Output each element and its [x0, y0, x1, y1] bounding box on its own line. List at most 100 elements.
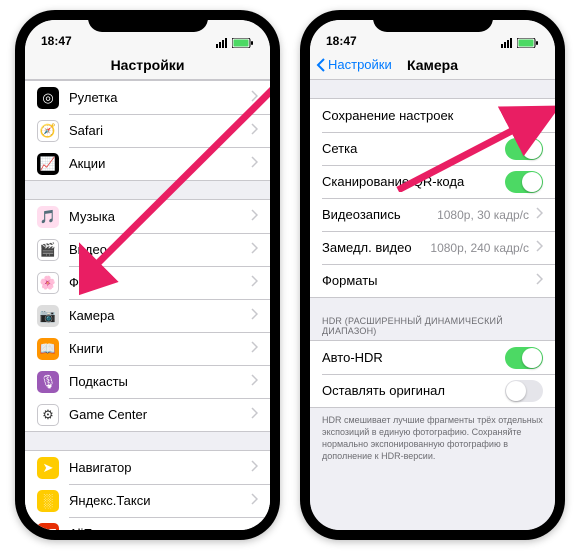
- settings-row[interactable]: 🎬 Видео: [25, 233, 270, 266]
- row-label: Форматы: [322, 273, 529, 288]
- row-label: Книги: [69, 341, 244, 356]
- app-icon: 📈: [37, 153, 59, 175]
- settings-row[interactable]: ⚙︎ Game Center: [25, 398, 270, 431]
- app-icon: 🎬: [37, 239, 59, 261]
- signal-icon: [216, 38, 230, 48]
- toggle-switch[interactable]: [505, 380, 543, 402]
- camera-row[interactable]: Замедл. видео1080p, 240 кадр/с: [310, 231, 555, 264]
- status-time: 18:47: [41, 34, 72, 48]
- settings-row[interactable]: 📖 Книги: [25, 332, 270, 365]
- app-icon: ░: [37, 490, 59, 512]
- row-label: Акции: [69, 156, 244, 171]
- navbar: Настройки: [25, 50, 270, 80]
- battery-icon: [232, 38, 254, 48]
- chevron-right-icon: [250, 275, 258, 290]
- chevron-right-icon: [535, 108, 543, 123]
- chevron-right-icon: [250, 526, 258, 530]
- app-icon: ⚙︎: [37, 404, 59, 426]
- app-icon: 🧭: [37, 120, 59, 142]
- row-label: Сохранение настроек: [322, 108, 529, 123]
- settings-row[interactable]: 📈 Акции: [25, 147, 270, 180]
- back-label: Настройки: [328, 57, 392, 72]
- navbar: Настройки Камера: [310, 50, 555, 80]
- row-label: Авто-HDR: [322, 350, 505, 365]
- row-label: Оставлять оригинал: [322, 383, 505, 398]
- app-icon: 📷: [37, 305, 59, 327]
- row-label: Замедл. видео: [322, 240, 430, 255]
- page-title: Камера: [407, 57, 458, 73]
- settings-row[interactable]: 📷 Камера: [25, 299, 270, 332]
- chevron-right-icon: [535, 273, 543, 288]
- chevron-right-icon: [250, 308, 258, 323]
- row-label: Яндекс.Такси: [69, 493, 244, 508]
- row-label: Рулетка: [69, 90, 244, 105]
- settings-row[interactable]: ░ Яндекс.Такси: [25, 484, 270, 517]
- row-label: AliExpress: [69, 526, 244, 530]
- screen-right: 18:47 Настройки Камера Сохранение настро…: [310, 20, 555, 530]
- camera-settings[interactable]: Сохранение настроек Сетка Сканирование QR-…: [310, 80, 555, 530]
- row-label: Фото: [69, 275, 244, 290]
- settings-list[interactable]: ◎ Рулетка 🧭 Safari 📈 Акции 🎵 Музыка 🎬 Видео 🌸 Фото 📷…: [25, 80, 270, 530]
- camera-row[interactable]: Сохранение настроек: [310, 99, 555, 132]
- row-label: Game Center: [69, 407, 244, 422]
- notch: [88, 10, 208, 32]
- back-button[interactable]: Настройки: [316, 57, 392, 72]
- camera-row[interactable]: Оставлять оригинал: [310, 374, 555, 407]
- row-label: Видео: [69, 242, 244, 257]
- settings-row[interactable]: ➤ Навигатор: [25, 451, 270, 484]
- row-label: Подкасты: [69, 374, 244, 389]
- notch: [373, 10, 493, 32]
- page-title: Настройки: [111, 57, 185, 73]
- settings-row[interactable]: 🎙 Подкасты: [25, 365, 270, 398]
- row-label: Камера: [69, 308, 244, 323]
- camera-row[interactable]: Сетка: [310, 132, 555, 165]
- chevron-right-icon: [250, 460, 258, 475]
- row-label: Сетка: [322, 141, 505, 156]
- hdr-section-header: HDR (РАСШИРЕННЫЙ ДИНАМИЧЕСКИЙ ДИАПАЗОН): [310, 298, 555, 340]
- app-icon: AE: [37, 523, 59, 531]
- settings-row[interactable]: ◎ Рулетка: [25, 81, 270, 114]
- row-label: Сканирование QR-кода: [322, 174, 505, 189]
- app-icon: ➤: [37, 457, 59, 479]
- app-icon: 🎵: [37, 206, 59, 228]
- row-detail: 1080p, 240 кадр/с: [430, 241, 529, 255]
- settings-row[interactable]: 🌸 Фото: [25, 266, 270, 299]
- chevron-left-icon: [316, 58, 326, 72]
- chevron-right-icon: [535, 207, 543, 222]
- phone-frame-left: 18:47 Настройки ◎ Рулетка 🧭 Safari 📈 Акции 🎵 Му…: [15, 10, 280, 540]
- settings-row[interactable]: 🧭 Safari: [25, 114, 270, 147]
- signal-icon: [501, 38, 515, 48]
- row-label: Видеозапись: [322, 207, 437, 222]
- screen-left: 18:47 Настройки ◎ Рулетка 🧭 Safari 📈 Акции 🎵 Му…: [25, 20, 270, 530]
- chevron-right-icon: [250, 407, 258, 422]
- app-icon: 📖: [37, 338, 59, 360]
- row-detail: 1080p, 30 кадр/с: [437, 208, 529, 222]
- settings-row[interactable]: 🎵 Музыка: [25, 200, 270, 233]
- chevron-right-icon: [250, 90, 258, 105]
- app-icon: 🌸: [37, 272, 59, 294]
- camera-row[interactable]: Авто-HDR: [310, 341, 555, 374]
- battery-icon: [517, 38, 539, 48]
- toggle-switch[interactable]: [505, 171, 543, 193]
- toggle-switch[interactable]: [505, 138, 543, 160]
- camera-row[interactable]: Видеозапись1080p, 30 кадр/с: [310, 198, 555, 231]
- status-time: 18:47: [326, 34, 357, 48]
- toggle-switch[interactable]: [505, 347, 543, 369]
- camera-row[interactable]: Сканирование QR-кода: [310, 165, 555, 198]
- chevron-right-icon: [250, 242, 258, 257]
- chevron-right-icon: [250, 493, 258, 508]
- chevron-right-icon: [250, 156, 258, 171]
- chevron-right-icon: [250, 123, 258, 138]
- app-icon: 🎙: [37, 371, 59, 393]
- chevron-right-icon: [250, 209, 258, 224]
- chevron-right-icon: [535, 240, 543, 255]
- app-icon: ◎: [37, 87, 59, 109]
- settings-row[interactable]: AE AliExpress: [25, 517, 270, 530]
- chevron-right-icon: [250, 341, 258, 356]
- row-label: Навигатор: [69, 460, 244, 475]
- chevron-right-icon: [250, 374, 258, 389]
- row-label: Музыка: [69, 209, 244, 224]
- phone-frame-right: 18:47 Настройки Камера Сохранение настро…: [300, 10, 565, 540]
- row-label: Safari: [69, 123, 244, 138]
- camera-row[interactable]: Форматы: [310, 264, 555, 297]
